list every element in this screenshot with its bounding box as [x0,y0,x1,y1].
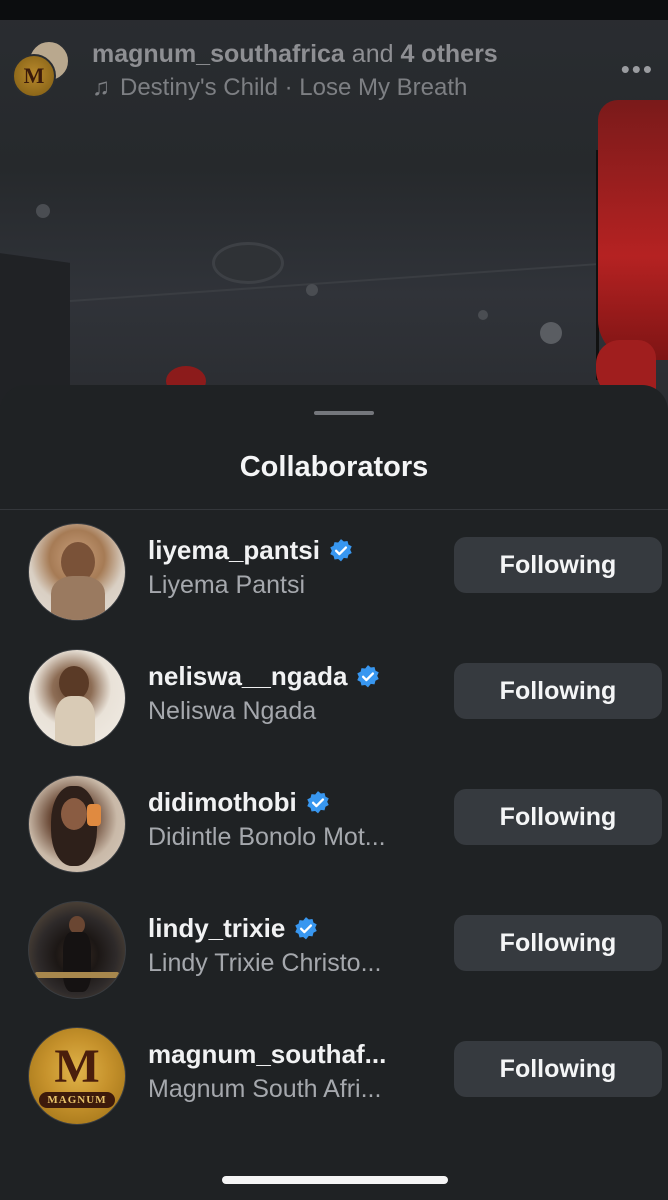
video-ceiling-dot [306,284,318,296]
collaborator-row[interactable]: lindy_trixie Lindy Trixie Christo... Fol… [0,893,668,1003]
collaborator-row[interactable]: didimothobi Didintle Bonolo Mot... Follo… [0,767,668,877]
sheet-divider [0,509,668,510]
verified-badge-icon [330,538,352,561]
home-indicator[interactable] [222,1176,448,1184]
reel-header: M magnum_southafrica and 4 others ♫ Desti… [12,38,668,106]
avatar[interactable] [28,775,126,873]
avatar-body [55,696,95,746]
verified-badge-icon [295,916,318,939]
video-ceiling-light [212,242,284,284]
video-ceiling-edge [69,260,629,302]
username-text: liyema_pantsi [148,535,320,565]
sheet-grabber[interactable] [314,411,374,415]
username-text: magnum_southaf... [148,1039,387,1069]
avatar-logo-letter: M [23,63,45,88]
following-button[interactable]: Following [454,663,662,719]
full-name: Didintle Bonolo Mot... [148,823,386,851]
full-name: Magnum South Afri... [148,1075,382,1103]
username[interactable]: neliswa__ngada [148,661,381,692]
avatar[interactable] [28,649,126,747]
video-ceiling-dot [540,322,562,344]
avatar-logo-brand: MAGNUM [39,1092,115,1108]
more-icon[interactable]: ••• [621,54,654,85]
video-ceiling-dot [478,310,488,320]
full-name: Liyema Pantsi [148,571,306,599]
username-text: didimothobi [148,787,297,817]
avatar[interactable] [28,523,126,621]
status-bar [0,0,668,20]
magnum-avatar[interactable]: M [12,54,56,98]
collaborator-row[interactable]: neliswa__ngada Neliswa Ngada Following [0,641,668,751]
username-text: neliswa__ngada [148,661,348,691]
verified-badge-icon [307,790,329,813]
others-count[interactable]: 4 others [400,40,497,68]
username[interactable]: magnum_southaf... [148,1039,386,1070]
reel-audio[interactable]: ♫ Destiny's Child · Lose My Breath [92,74,467,102]
collaborator-row[interactable]: liyema_pantsi Liyema Pantsi Following [0,515,668,625]
author-connector: and [344,40,401,68]
avatar-face [61,798,87,830]
avatar-face [59,666,89,700]
video-ceiling-dot [36,204,50,218]
collaborators-sheet: Collaborators liyema_pantsi Liyema Pants… [0,385,668,1200]
username-text: lindy_trixie [148,913,286,943]
following-button[interactable]: Following [454,537,662,593]
username[interactable]: liyema_pantsi [148,535,354,566]
full-name: Lindy Trixie Christo... [148,949,382,977]
avatar[interactable] [28,901,126,999]
author-username[interactable]: magnum_southafrica [92,40,345,68]
avatar-phone [87,804,101,826]
username[interactable]: lindy_trixie [148,913,319,944]
following-button[interactable]: Following [454,789,662,845]
magnum-logo-avatar[interactable]: M MAGNUM [28,1027,126,1125]
music-note-icon: ♫ [92,74,110,101]
collaborator-row[interactable]: M MAGNUM magnum_southaf... Magnum South … [0,1019,668,1129]
video-red-decoration [598,100,668,360]
reel-authors[interactable]: magnum_southafrica and 4 others [92,40,498,69]
audio-title[interactable]: Destiny's Child · Lose My Breath [120,74,467,101]
full-name: Neliswa Ngada [148,697,317,725]
reel-video-background[interactable]: M magnum_southafrica and 4 others ♫ Desti… [0,0,668,420]
avatar-lights [35,972,119,978]
sheet-title: Collaborators [239,451,429,483]
following-button[interactable]: Following [454,915,662,971]
avatar-logo-letter: M [54,1040,100,1093]
avatar-body [51,576,105,620]
avatar-body [63,932,91,992]
username[interactable]: didimothobi [148,787,331,818]
following-button[interactable]: Following [454,1041,662,1097]
verified-badge-icon [357,664,380,687]
